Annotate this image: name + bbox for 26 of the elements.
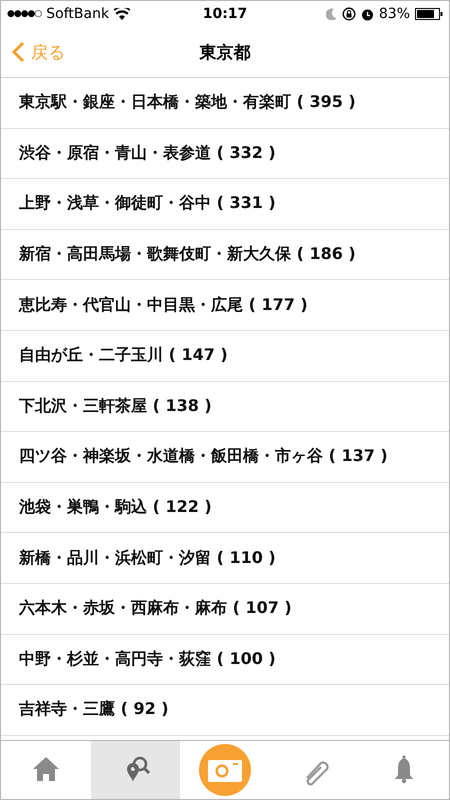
battery-icon bbox=[415, 8, 443, 20]
area-list-item[interactable]: 自由が丘・二子玉川 ( 147 ) bbox=[1, 330, 449, 382]
area-list-item[interactable]: 池袋・巣鴨・駒込 ( 122 ) bbox=[1, 482, 449, 534]
area-list-item[interactable]: 吉祥寺・三鷹 ( 92 ) bbox=[1, 685, 449, 736]
tab-bar-item[interactable] bbox=[90, 741, 180, 799]
area-list-item[interactable]: 東京駅・銀座・日本橋・築地・有楽町 ( 395 ) bbox=[1, 78, 449, 129]
battery-percent: 83% bbox=[378, 6, 410, 22]
area-list-item[interactable]: 中野・杉並・高円寺・荻窪 ( 100 ) bbox=[1, 634, 449, 686]
status-time: 10:17 bbox=[202, 6, 248, 22]
screen-title: 東京都 bbox=[200, 42, 250, 64]
wifi-icon bbox=[114, 8, 130, 20]
area-list-item[interactable]: 新橋・品川・浜松町・汐留 ( 110 ) bbox=[1, 533, 449, 584]
carrier-name: SoftBank bbox=[46, 6, 110, 22]
area-list-item[interactable]: 六本木・赤坂・西麻布・麻布 ( 107 ) bbox=[1, 584, 449, 635]
chevron-left-icon bbox=[11, 41, 25, 63]
area-list-item[interactable]: 恵比寿・代官山・中目黒・広尾 ( 177 ) bbox=[1, 280, 449, 331]
area-list-item[interactable]: 四ツ谷・神楽坂・水道橋・飯田橋・市ヶ谷 ( 137 ) bbox=[1, 432, 449, 483]
area-list-item[interactable]: 下北沢・三軒茶屋 ( 138 ) bbox=[1, 382, 449, 432]
area-list-item[interactable]: 渋谷・原宿・青山・表参道 ( 332 ) bbox=[1, 128, 449, 180]
signal-dots: ●●●●○ bbox=[7, 9, 42, 19]
rotation-lock-icon bbox=[342, 7, 356, 21]
moon-icon bbox=[326, 8, 337, 20]
alarm-clock-icon bbox=[360, 8, 374, 20]
camera-icon bbox=[198, 744, 251, 796]
area-list-item[interactable]: 新宿・高田馬場・歌舞伎町・新大久保 ( 186 ) bbox=[1, 230, 449, 280]
area-list-item[interactable]: 上野・浅草・御徒町・谷中 ( 331 ) bbox=[1, 179, 449, 230]
